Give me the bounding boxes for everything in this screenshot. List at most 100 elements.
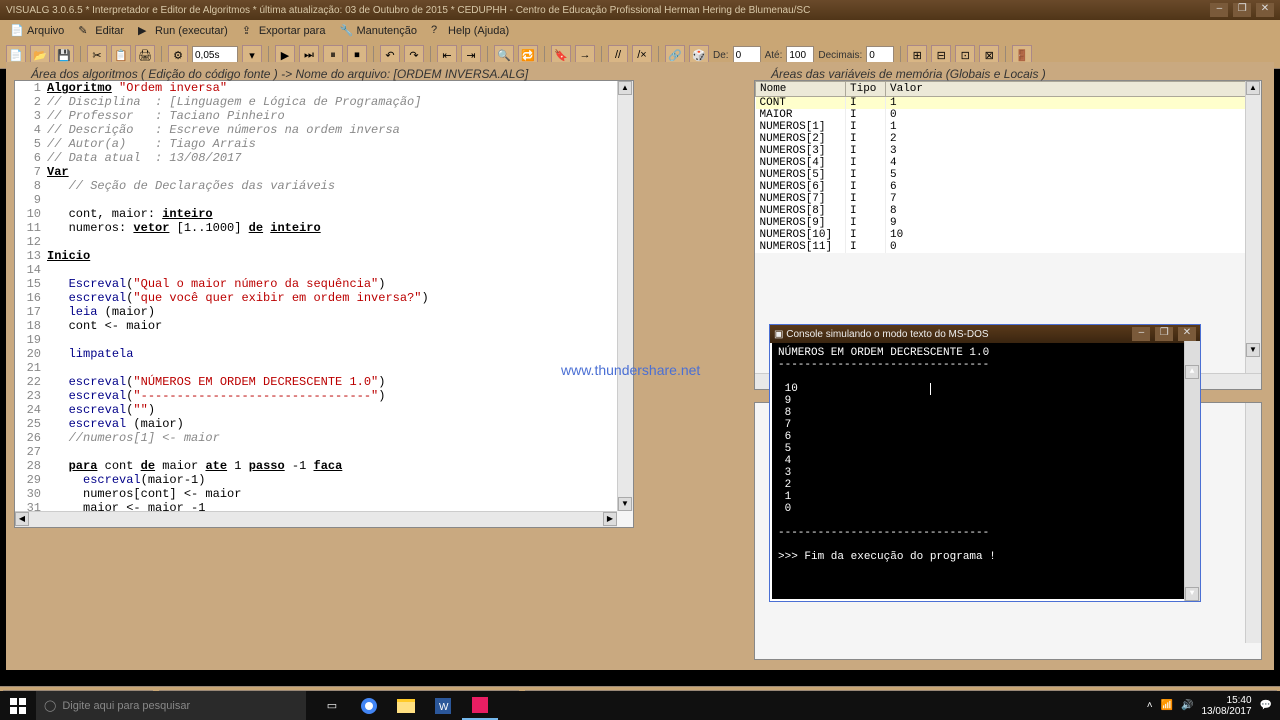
- scroll-down-button[interactable]: ▼: [618, 497, 632, 511]
- export-icon: ⇪: [242, 24, 256, 38]
- tray-volume-icon[interactable]: 🔊: [1181, 700, 1193, 711]
- menu-run[interactable]: ▶Run (executar): [132, 22, 234, 40]
- code-line: 4// Descrição : Escreve números na ordem…: [15, 123, 617, 137]
- table-row[interactable]: NUMEROS[8]I8: [756, 205, 1261, 217]
- scroll-down-button[interactable]: ▼: [1185, 587, 1199, 601]
- table-row[interactable]: NUMEROS[11]I0: [756, 241, 1261, 253]
- code-line: 20 limpatela: [15, 347, 617, 361]
- table-row[interactable]: NUMEROS[5]I5: [756, 169, 1261, 181]
- code-line: 30 numeros[cont] <- maior: [15, 487, 617, 501]
- scroll-up-button[interactable]: ▲: [618, 81, 632, 95]
- scroll-down-button[interactable]: ▼: [1246, 343, 1260, 357]
- code-line: 12: [15, 235, 617, 249]
- code-line: 14: [15, 263, 617, 277]
- scroll-up-button[interactable]: ▲: [1246, 81, 1260, 95]
- main-window: VISUALG 3.0.6.5 * Interpretador e Editor…: [0, 0, 1280, 69]
- close-button[interactable]: ✕: [1256, 3, 1274, 17]
- code-line: 31 maior <- maior -1: [15, 501, 617, 511]
- menubar: 📄Arquivo ✎Editar ▶Run (executar) ⇪Export…: [0, 20, 1280, 42]
- vars-col-tipo[interactable]: Tipo: [846, 82, 886, 97]
- table-row[interactable]: NUMEROS[3]I3: [756, 145, 1261, 157]
- search-placeholder: Digite aqui para pesquisar: [62, 700, 190, 712]
- vars-table: Nome Tipo Valor CONTI1MAIORI0NUMEROS[1]I…: [755, 81, 1261, 253]
- table-row[interactable]: NUMEROS[10]I10: [756, 229, 1261, 241]
- code-line: 26 //numeros[1] <- maior: [15, 431, 617, 445]
- task-view-button[interactable]: ▭: [314, 691, 350, 720]
- start-button[interactable]: [0, 691, 36, 720]
- menu-exportar[interactable]: ⇪Exportar para: [236, 22, 332, 40]
- code-line: 29 escreval(maior-1): [15, 473, 617, 487]
- code-line: 13Inicio: [15, 249, 617, 263]
- vars-col-valor[interactable]: Valor: [886, 82, 1261, 97]
- taskbar-app-explorer[interactable]: [388, 691, 424, 720]
- de-label: De:: [713, 50, 729, 61]
- table-row[interactable]: MAIORI0: [756, 109, 1261, 121]
- console-title: Console simulando o modo texto do MS-DOS: [786, 329, 988, 340]
- vars-scrollbar-v[interactable]: ▲ ▼: [1245, 81, 1261, 373]
- scroll-up-button[interactable]: ▲: [1185, 365, 1199, 379]
- taskbar-clock[interactable]: 15:40 13/08/2017: [1201, 695, 1251, 717]
- table-row[interactable]: CONTI1: [756, 97, 1261, 110]
- tray-network-icon[interactable]: 📶: [1161, 700, 1173, 711]
- table-row[interactable]: NUMEROS[1]I1: [756, 121, 1261, 133]
- wrench-icon: 🔧: [339, 24, 353, 38]
- table-row[interactable]: NUMEROS[6]I6: [756, 181, 1261, 193]
- code-line: 27: [15, 445, 617, 459]
- code-line: 7Var: [15, 165, 617, 179]
- decimais-label: Decimais:: [818, 50, 862, 61]
- tray-notifications-icon[interactable]: 💬: [1260, 700, 1272, 711]
- taskbar: ◯ Digite aqui para pesquisar ▭ W ˄ 📶 🔊 1…: [0, 691, 1280, 720]
- lower-scrollbar-v[interactable]: [1245, 403, 1261, 643]
- windows-icon: [10, 698, 26, 714]
- code-line: 28 para cont de maior ate 1 passo -1 fac…: [15, 459, 617, 473]
- code-panel: Área dos algoritmos ( Edição do código f…: [14, 80, 634, 528]
- titlebar: VISUALG 3.0.6.5 * Interpretador e Editor…: [0, 0, 1280, 20]
- console-window[interactable]: ▣ Console simulando o modo texto do MS-D…: [769, 324, 1201, 602]
- tray-chevron-up-icon[interactable]: ˄: [1147, 700, 1153, 711]
- taskbar-app-visualg[interactable]: [462, 691, 498, 720]
- ate-label: Até:: [765, 50, 783, 61]
- menu-arquivo[interactable]: 📄Arquivo: [4, 22, 70, 40]
- taskbar-app-word[interactable]: W: [425, 691, 461, 720]
- code-line: 24 escreval(""): [15, 403, 617, 417]
- taskbar-time: 15:40: [1201, 695, 1251, 706]
- scroll-right-button[interactable]: ▶: [603, 512, 617, 526]
- code-line: 1Algoritmo "Ordem inversa": [15, 81, 617, 95]
- table-row[interactable]: NUMEROS[9]I9: [756, 217, 1261, 229]
- edit-icon: ✎: [78, 24, 92, 38]
- run-icon: ▶: [138, 24, 152, 38]
- taskbar-app-chrome[interactable]: [351, 691, 387, 720]
- console-close-button[interactable]: ✕: [1178, 327, 1196, 341]
- console-cursor: [930, 383, 931, 395]
- taskbar-search[interactable]: ◯ Digite aqui para pesquisar: [36, 691, 306, 720]
- code-line: 15 Escreval("Qual o maior número da sequ…: [15, 277, 617, 291]
- minimize-button[interactable]: –: [1210, 3, 1228, 17]
- code-scrollbar-v[interactable]: ▲ ▼: [617, 81, 633, 511]
- code-line: 21: [15, 361, 617, 375]
- vars-col-nome[interactable]: Nome: [756, 82, 846, 97]
- code-scrollbar-h[interactable]: ◀ ▶: [15, 511, 617, 527]
- code-editor[interactable]: 1Algoritmo "Ordem inversa"2// Disciplina…: [15, 81, 617, 511]
- code-line: 18 cont <- maior: [15, 319, 617, 333]
- menu-help[interactable]: ?Help (Ajuda): [425, 22, 515, 40]
- window-buttons: – ❐ ✕: [1208, 3, 1274, 17]
- table-row[interactable]: NUMEROS[2]I2: [756, 133, 1261, 145]
- maximize-button[interactable]: ❐: [1233, 3, 1251, 17]
- console-scrollbar-v[interactable]: ▲ ▼: [1184, 341, 1200, 601]
- code-line: 5// Autor(a) : Tiago Arrais: [15, 137, 617, 151]
- table-row[interactable]: NUMEROS[4]I4: [756, 157, 1261, 169]
- console-output: NÚMEROS EM ORDEM DECRESCENTE 1.0 -------…: [770, 343, 1200, 601]
- window-title: VISUALG 3.0.6.5 * Interpretador e Editor…: [6, 5, 810, 16]
- console-icon: ▣: [774, 329, 786, 340]
- table-row[interactable]: NUMEROS[7]I7: [756, 193, 1261, 205]
- menu-manutencao[interactable]: 🔧Manutenção: [333, 22, 423, 40]
- code-line: 16 escreval("que você quer exibir em ord…: [15, 291, 617, 305]
- scroll-left-button[interactable]: ◀: [15, 512, 29, 526]
- code-line: 3// Professor : Taciano Pinheiro: [15, 109, 617, 123]
- console-titlebar: ▣ Console simulando o modo texto do MS-D…: [770, 325, 1200, 343]
- console-minimize-button[interactable]: –: [1132, 327, 1150, 341]
- code-line: 23 escreval("---------------------------…: [15, 389, 617, 403]
- console-maximize-button[interactable]: ❐: [1155, 327, 1173, 341]
- menu-editar[interactable]: ✎Editar: [72, 22, 130, 40]
- watermark: www.thundershare.net: [561, 362, 700, 378]
